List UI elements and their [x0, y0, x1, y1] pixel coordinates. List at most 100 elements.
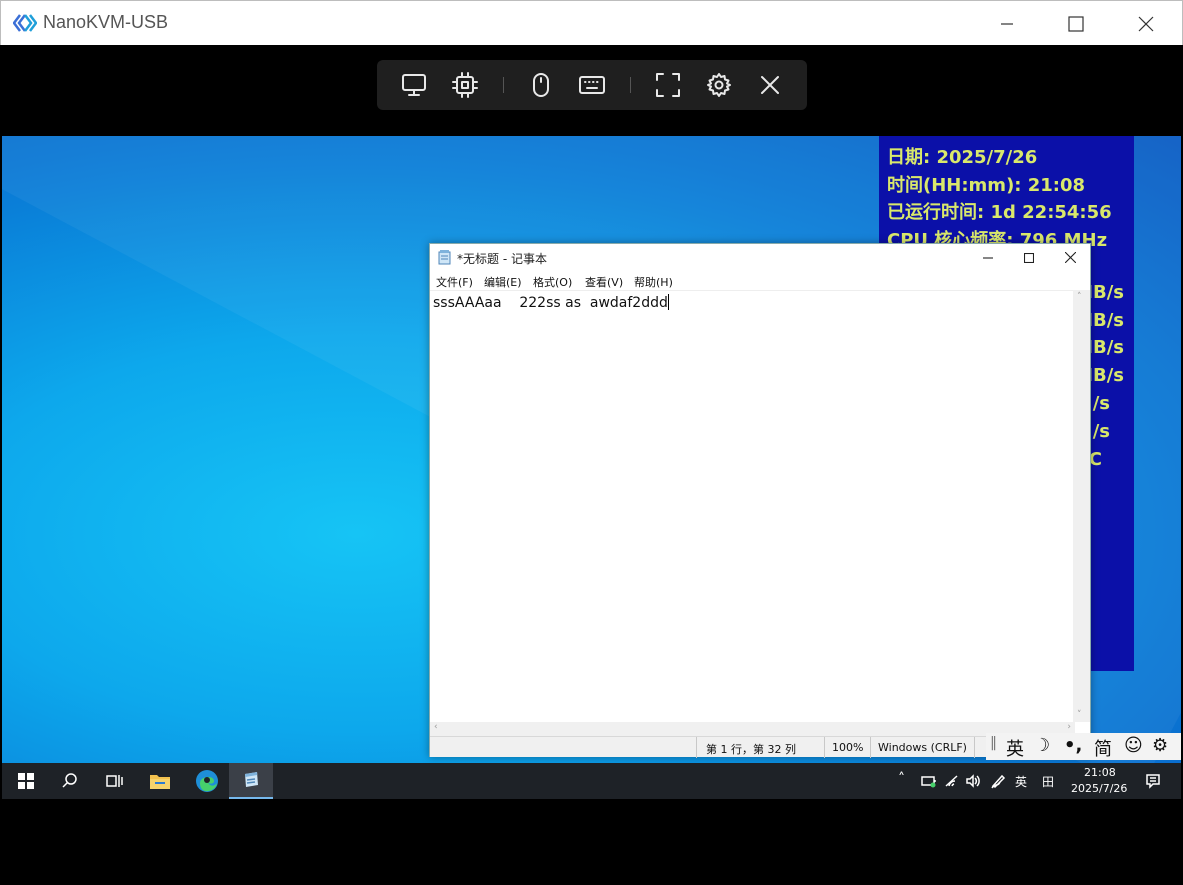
windows-logo-icon	[18, 773, 34, 789]
sysinfo-date: 日期: 2025/7/26	[887, 147, 1038, 168]
close-window-button[interactable]	[1111, 1, 1181, 46]
mouse-settings-button[interactable]	[526, 70, 556, 100]
status-cursor-position: 第 1 行，第 32 列	[706, 743, 796, 756]
gear-icon	[707, 73, 731, 97]
notepad-icon	[245, 772, 258, 787]
search-button[interactable]	[50, 763, 90, 799]
keyboard-settings-button[interactable]	[577, 70, 607, 100]
tray-time[interactable]: 21:08	[1084, 766, 1116, 779]
volume-icon	[966, 774, 980, 788]
sysinfo-partial: /s	[1092, 393, 1110, 414]
ime-toolbar: ‖ 英 ☽ •, 简 ☺ ⚙	[986, 733, 1181, 760]
text-caret	[667, 294, 669, 310]
tray-overflow-icon[interactable]: ˄	[898, 771, 905, 787]
menu-format[interactable]: 格式(O)	[533, 274, 572, 290]
menu-view[interactable]: 查看(V)	[585, 274, 623, 290]
toolbar-separator	[630, 77, 631, 93]
ime-moon-icon[interactable]: ☽	[1034, 735, 1050, 756]
settings-button[interactable]	[704, 70, 734, 100]
notepad-window[interactable]: *无标题 - 记事本 文件(F) 编辑(E) 格式(O) 查看(V) 帮助(H)…	[429, 243, 1091, 758]
tray-pen[interactable]	[987, 763, 1009, 799]
mouse-icon	[533, 73, 549, 97]
ime-settings-icon[interactable]: ⚙	[1152, 735, 1168, 756]
app-title: NanoKVM-USB	[43, 12, 169, 32]
vertical-scrollbar[interactable]: ˄ ˅	[1073, 290, 1090, 722]
notepad-title: *无标题 - 记事本	[457, 252, 547, 266]
search-icon	[62, 773, 77, 788]
scroll-right-icon[interactable]: ›	[1067, 722, 1071, 732]
file-explorer-button[interactable]	[138, 763, 182, 799]
scroll-up-icon[interactable]: ˄	[1077, 292, 1082, 302]
nanokvm-logo-icon	[13, 14, 37, 32]
tray-volume[interactable]	[962, 763, 984, 799]
maximize-icon	[1068, 15, 1084, 32]
ime-punct-icon[interactable]: •,	[1064, 735, 1082, 756]
sysinfo-partial: /s	[1092, 421, 1110, 442]
edge-icon	[196, 770, 218, 792]
video-settings-button[interactable]	[399, 70, 429, 100]
minimize-icon	[1001, 22, 1013, 25]
menu-help[interactable]: 帮助(H)	[634, 274, 673, 290]
tray-network-status[interactable]	[918, 763, 940, 799]
tray-date[interactable]: 2025/7/26	[1071, 782, 1127, 795]
scroll-left-icon[interactable]: ‹	[434, 722, 438, 732]
task-view-icon	[106, 775, 123, 787]
pen-icon	[991, 774, 1006, 789]
minimize-icon	[983, 256, 993, 259]
disconnect-button[interactable]	[755, 70, 785, 100]
remote-desktop-screen[interactable]: 日期: 2025/7/26 时间(HH:mm): 21:08 已运行时间: 1d…	[2, 136, 1181, 799]
fullscreen-button[interactable]	[653, 70, 683, 100]
scroll-down-icon[interactable]: ˅	[1077, 710, 1082, 720]
folder-icon	[150, 775, 170, 789]
edge-browser-button[interactable]	[185, 763, 229, 799]
ime-emoji-icon[interactable]: ☺	[1124, 735, 1143, 756]
sysinfo-time: 时间(HH:mm): 21:08	[887, 174, 1086, 196]
tray-wifi[interactable]	[941, 763, 963, 799]
battery-icon	[921, 776, 936, 788]
device-settings-button[interactable]	[450, 70, 480, 100]
notepad-text-area[interactable]: sssAAAaa 222ss as awdaf2ddd	[430, 290, 1075, 722]
keyboard-icon	[579, 76, 605, 94]
menu-edit[interactable]: 编辑(E)	[484, 274, 522, 290]
monitor-icon	[402, 74, 426, 96]
notepad-maximize-button[interactable]	[1007, 244, 1051, 271]
fullscreen-icon	[656, 73, 680, 97]
tray-input-lang[interactable]: 英	[1015, 773, 1027, 790]
chip-icon	[452, 72, 478, 98]
ime-mode-toggle[interactable]: 简	[1094, 735, 1112, 761]
notepad-content: sssAAAaa 222ss as awdaf2ddd	[433, 295, 668, 311]
wifi-icon	[945, 775, 958, 787]
close-icon	[761, 76, 779, 94]
notification-icon	[1146, 774, 1160, 789]
task-view-button[interactable]	[94, 763, 134, 799]
status-separator	[824, 737, 825, 758]
notepad-titlebar[interactable]: *无标题 - 记事本	[430, 244, 1090, 271]
tray-ime-mode[interactable]: 田	[1042, 773, 1054, 790]
notepad-taskbar-button[interactable]	[229, 763, 273, 799]
notepad-icon	[438, 250, 451, 265]
status-separator	[974, 737, 975, 758]
close-icon	[1064, 252, 1076, 263]
menu-file[interactable]: 文件(F)	[436, 274, 473, 290]
status-zoom: 100%	[832, 741, 864, 754]
windows-taskbar: ˄ 英 田 21:08 2025/7/26	[2, 763, 1181, 799]
status-line-ending: Windows (CRLF)	[878, 741, 967, 754]
start-button[interactable]	[6, 763, 46, 799]
app-titlebar: NanoKVM-USB	[0, 0, 1183, 45]
kvm-toolbar	[377, 60, 807, 110]
status-separator	[870, 737, 871, 758]
ime-drag-handle[interactable]: ‖	[990, 735, 997, 751]
sysinfo-uptime: 已运行时间: 1d 22:54:56	[887, 202, 1112, 223]
horizontal-scrollbar[interactable]: ‹ ›	[430, 722, 1075, 736]
minimize-button[interactable]	[972, 1, 1042, 46]
notepad-menubar: 文件(F) 编辑(E) 格式(O) 查看(V) 帮助(H)	[430, 271, 1090, 291]
notification-center-button[interactable]	[1141, 763, 1165, 799]
status-separator	[696, 737, 697, 758]
maximize-button[interactable]	[1041, 1, 1111, 46]
ime-lang-toggle[interactable]: 英	[1006, 735, 1024, 761]
notepad-minimize-button[interactable]	[966, 244, 1010, 271]
maximize-icon	[1024, 252, 1034, 263]
toolbar-separator	[503, 77, 504, 93]
notepad-close-button[interactable]	[1048, 244, 1092, 271]
close-icon	[1138, 16, 1154, 31]
